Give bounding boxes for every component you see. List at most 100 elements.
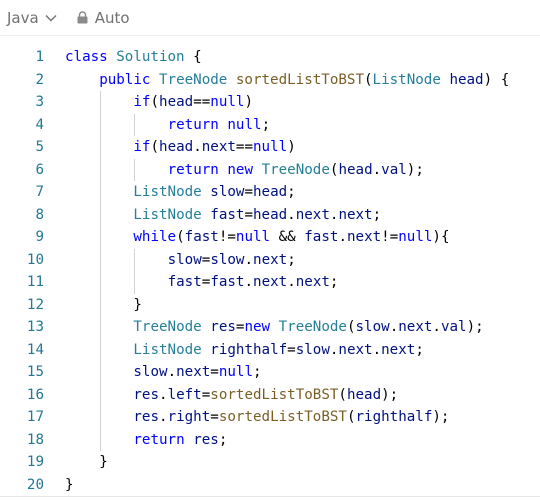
code-token: ) {	[483, 71, 510, 88]
line-number: 19	[26, 454, 44, 470]
indent-guide	[100, 316, 102, 339]
code-text: if(head.next==null)	[133, 136, 295, 159]
code-token: res	[133, 409, 160, 425]
code-token: head	[253, 206, 288, 223]
code-line[interactable]: 1 class Solution {	[0, 46, 540, 69]
code-token: slow	[210, 251, 245, 268]
code-token: next	[295, 206, 330, 223]
code-token: }	[99, 454, 108, 470]
indent-guide	[134, 271, 136, 294]
code-token: ListNode	[133, 341, 202, 358]
code-token: fast	[184, 229, 219, 245]
code-line[interactable]: 6 return new TreeNode(head.val);	[0, 158, 540, 181]
code-line[interactable]: 5 if(head.next==null)	[0, 136, 540, 159]
code-token: fast	[210, 206, 245, 223]
code-token: left	[167, 386, 202, 403]
code-line[interactable]: 17 res.right=sortedListToBST(righthalf);	[0, 406, 540, 429]
code-token: .	[338, 229, 347, 245]
line-number: 11	[26, 274, 44, 290]
code-token: (	[364, 71, 373, 88]
indent-guide	[100, 203, 102, 226]
code-token: val	[381, 161, 407, 178]
code-line[interactable]: 10 slow=slow.next;	[0, 248, 540, 272]
code-token: slow	[210, 184, 245, 200]
code-text: slow=slow.next;	[168, 249, 296, 272]
code-line[interactable]: 4 return null;	[0, 113, 540, 136]
code-text: res.right=sortedListToBST(righthalf);	[133, 406, 449, 429]
code-token: head	[159, 94, 194, 110]
line-number: 1	[35, 49, 44, 65]
code-token: {	[184, 49, 202, 65]
code-line[interactable]: 7 ListNode slow=head;	[0, 181, 540, 204]
code-token: null	[253, 139, 288, 155]
code-token: null	[227, 116, 262, 133]
code-line[interactable]: 15 slow.next=null;	[0, 361, 540, 384]
code-token: head	[253, 184, 288, 200]
editor-bottom-divider	[0, 496, 540, 497]
line-number: 15	[26, 364, 44, 380]
code-text: }	[133, 294, 142, 317]
code-token: (	[176, 229, 185, 245]
code-token: TreeNode	[278, 319, 347, 335]
code-token: TreeNode	[133, 319, 202, 335]
code-line[interactable]: 16 res.left=sortedListToBST(head);	[0, 383, 540, 406]
indent-guide	[134, 248, 136, 271]
code-token: sortedListToBST	[210, 386, 339, 403]
code-text: ListNode righthalf=slow.next.next;	[133, 339, 423, 362]
code-token: next	[176, 364, 211, 380]
code-line[interactable]: 12}	[0, 293, 540, 317]
code-token: .	[287, 274, 296, 290]
code-line[interactable]: 20}	[0, 474, 540, 497]
code-token: (	[346, 319, 356, 335]
line-number: 2	[35, 71, 44, 88]
code-token: );	[406, 161, 424, 178]
code-token: null	[218, 364, 253, 380]
code-line[interactable]: 9 while(fast!=null && fast.next!=null){	[0, 226, 540, 249]
code-line[interactable]: 13 TreeNode res=new TreeNode(slow.next.va…	[0, 316, 540, 339]
language-select[interactable]: Java	[7, 9, 57, 27]
code-text: return res;	[133, 429, 227, 452]
code-token: next	[338, 341, 373, 358]
code-token: ;	[253, 364, 262, 380]
code-editor[interactable]: 1 class Solution { 2 public TreeNode sorted…	[0, 46, 540, 496]
code-token: .	[167, 364, 177, 380]
code-token: Solution	[116, 49, 185, 65]
code-token: ListNode	[133, 206, 202, 223]
line-number: 16	[26, 386, 44, 403]
indent-guide	[100, 293, 102, 316]
line-number: 18	[26, 431, 44, 448]
code-token: )	[287, 139, 296, 155]
code-line[interactable]: 19}	[0, 451, 540, 474]
code-line[interactable]: 3 if(head==null)	[0, 91, 540, 114]
code-line[interactable]: 2 public TreeNode sortedListToBST(ListNod…	[0, 69, 540, 92]
code-token: fast	[167, 274, 202, 290]
code-token: new	[227, 161, 254, 178]
indent-guide	[100, 383, 102, 406]
code-token: )	[244, 94, 254, 110]
indent-guide	[134, 113, 136, 136]
code-token: .	[159, 386, 168, 403]
code-text: public TreeNode sortedListToBST(ListNode…	[99, 69, 509, 92]
code-token: next	[253, 251, 288, 268]
code-token: ;	[261, 116, 271, 133]
autocomplete-mode-toggle[interactable]: Auto	[77, 9, 130, 27]
code-token: next	[398, 319, 433, 335]
code-token: sortedListToBST	[235, 71, 364, 88]
code-text: ListNode slow=head;	[133, 181, 295, 204]
code-token: (	[150, 139, 160, 155]
code-line[interactable]: 11 fast=fast.next.next;	[0, 271, 540, 294]
code-line[interactable]: 8 ListNode fast=head.next.next;	[0, 203, 540, 227]
indent-guide	[100, 91, 102, 114]
code-text: ListNode fast=head.next.next;	[133, 204, 381, 227]
code-line[interactable]: 14 ListNode righthalf=slow.next.next;	[0, 338, 540, 362]
code-token: sortedListToBST	[218, 409, 347, 425]
code-text: fast=fast.next.next;	[168, 271, 339, 294]
code-token: !=	[218, 229, 236, 245]
code-token: =	[210, 364, 219, 380]
code-line[interactable]: 18 return res;	[0, 428, 540, 452]
code-token: }	[65, 476, 74, 493]
line-number: 5	[35, 139, 44, 155]
code-token: head	[346, 386, 382, 403]
